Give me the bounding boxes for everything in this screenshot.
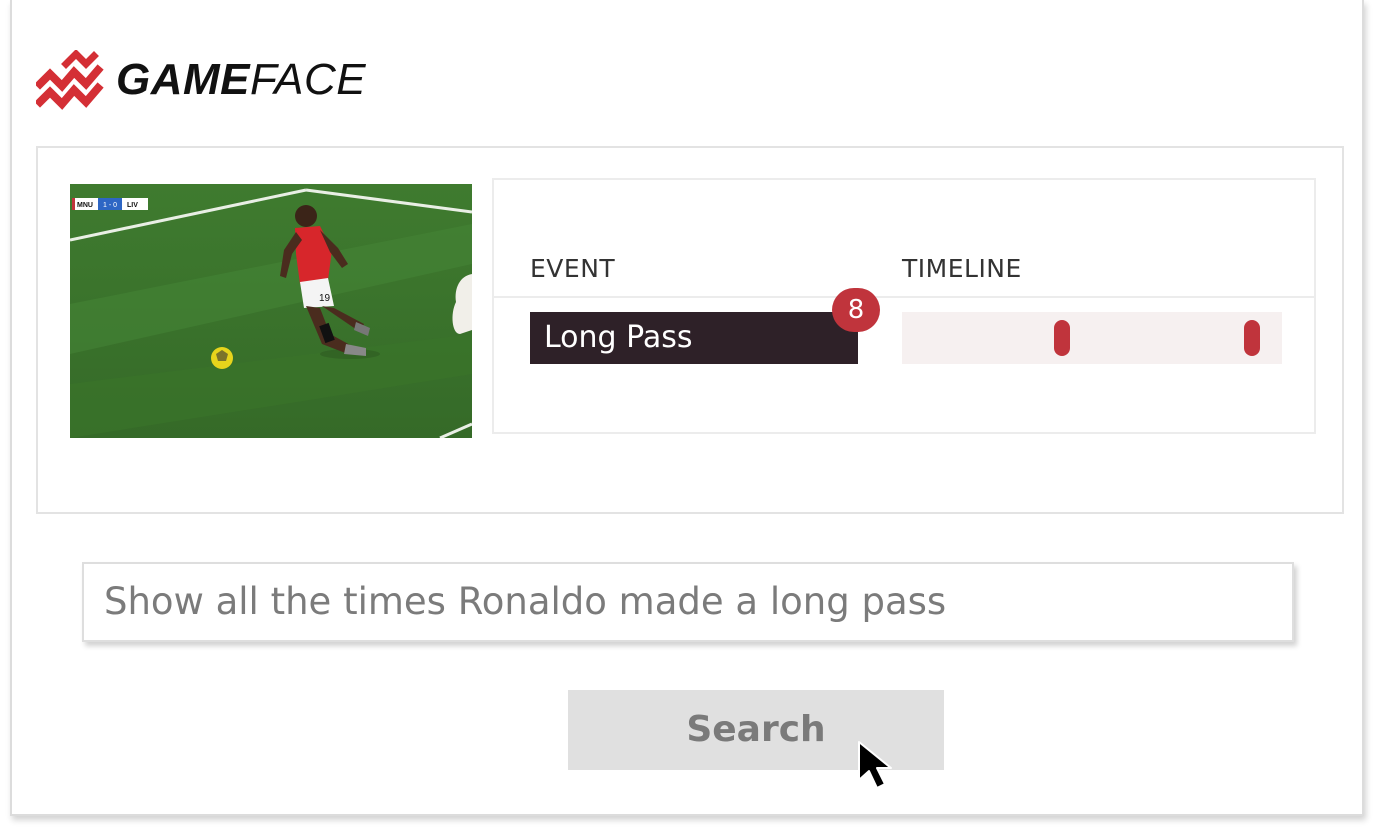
timeline-marker[interactable] bbox=[1244, 320, 1260, 356]
mouse-pointer-icon bbox=[858, 741, 892, 789]
brand-name: GAMEFACE bbox=[116, 58, 366, 102]
event-long-pass[interactable]: Long Pass bbox=[530, 312, 858, 364]
event-timeline[interactable] bbox=[902, 312, 1282, 364]
column-header-timeline: TIMELINE bbox=[902, 254, 1022, 283]
timeline-marker[interactable] bbox=[1054, 320, 1070, 356]
header-divider bbox=[494, 296, 1314, 298]
results-table bbox=[492, 178, 1316, 434]
scoreboard-home: MNU bbox=[77, 202, 93, 209]
gameface-logo: GAMEFACE bbox=[36, 50, 366, 110]
event-count-badge: 8 bbox=[832, 288, 880, 332]
player-number: 19 bbox=[319, 293, 331, 304]
column-header-event: EVENT bbox=[530, 254, 616, 283]
scoreboard-score: 1 - 0 bbox=[103, 202, 117, 209]
video-thumbnail[interactable]: MNU 1 - 0 LIV 19 bbox=[70, 184, 472, 438]
soccer-scene-image: MNU 1 - 0 LIV 19 bbox=[70, 184, 472, 438]
scoreboard-away: LIV bbox=[127, 202, 138, 209]
brand-name-light: FACE bbox=[250, 55, 367, 104]
brand-name-bold: GAME bbox=[116, 55, 250, 104]
ball-icon bbox=[211, 347, 233, 369]
gameface-logo-icon bbox=[36, 50, 104, 110]
query-input[interactable]: Show all the times Ronaldo made a long p… bbox=[82, 562, 1294, 642]
